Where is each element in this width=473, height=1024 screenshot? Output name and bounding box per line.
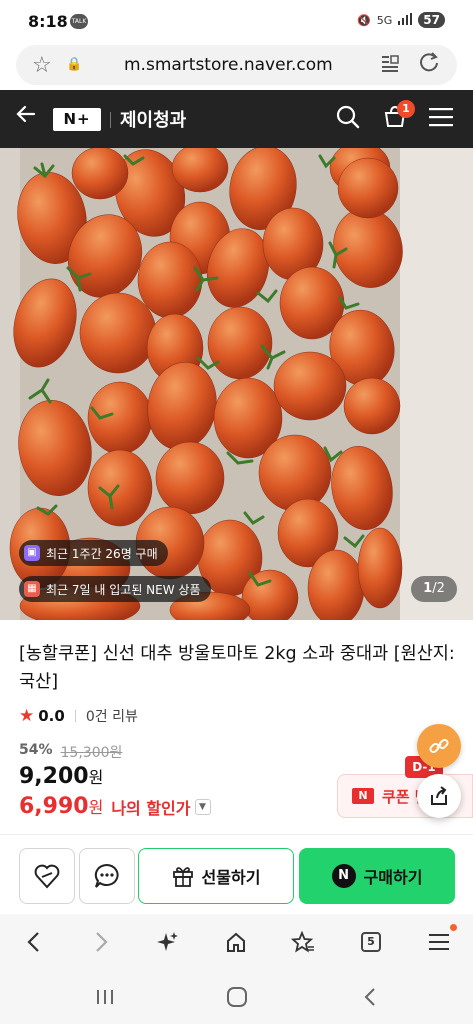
star-icon: ★ [19, 706, 35, 726]
store-header: N+ 제이청과 1 [0, 90, 473, 148]
header-divider [110, 112, 111, 128]
product-image[interactable]: ▣ 최근 1주간 26명 구매 ▦ 최근 7일 내 입고된 NEW 상품 1/2 [0, 148, 473, 620]
wishlist-button[interactable] [19, 848, 75, 904]
kakaotalk-notification-icon: TALK [70, 14, 88, 29]
search-icon[interactable] [335, 104, 361, 134]
heart-icon [34, 864, 60, 889]
browser-back-icon[interactable] [13, 926, 53, 958]
sale-price: 9,200원 [19, 764, 103, 789]
url-bar: ☆ 🔒 m.smartstore.naver.com [0, 44, 473, 90]
share-icon [431, 786, 447, 805]
mute-icon: 🔇 [357, 13, 371, 27]
home-icon[interactable] [216, 926, 256, 958]
discount-row: 54% 15,300원 [19, 742, 122, 762]
gift-box-icon: ▦ [24, 581, 40, 597]
status-icons: 🔇 5G 57 [357, 12, 445, 28]
recent-apps-icon[interactable] [90, 984, 120, 1010]
product-title: [농할쿠폰] 신선 대추 방울토마토 2kg 소과 중대과 [원산지: 국산] [19, 644, 455, 692]
system-navigation-bar [0, 970, 473, 1024]
sale-price-unit: 원 [88, 768, 104, 787]
gift-label: 선물하기 [201, 868, 261, 887]
ai-sparkle-icon[interactable] [148, 926, 188, 958]
gift-button[interactable]: 선물하기 [138, 848, 294, 904]
bookmark-star-icon[interactable]: ☆ [32, 53, 52, 78]
rating-value: 0.0 [38, 707, 65, 725]
my-price-label: 나의 할인가 [111, 798, 191, 818]
tabs-button[interactable]: 5 [351, 926, 391, 958]
recent-purchase-chip: ▣ 최근 1주간 26명 구매 [19, 540, 168, 566]
store-name[interactable]: 제이청과 [120, 106, 186, 132]
browser-forward-icon[interactable] [82, 926, 122, 958]
purchase-action-bar: 선물하기 N 구매하기 [0, 834, 473, 914]
naver-plus-logo[interactable]: N+ [53, 108, 101, 131]
link-icon [429, 738, 449, 754]
system-back-icon[interactable] [355, 984, 385, 1010]
back-arrow-icon[interactable] [14, 102, 38, 132]
sale-price-value: 9,200 [19, 764, 89, 789]
rating-divider [74, 710, 76, 722]
page-current: 1 [423, 581, 433, 596]
status-bar: 8:18 TALK 🔇 5G 57 [0, 0, 473, 44]
signal-icon [398, 12, 413, 28]
share-fab[interactable] [417, 774, 461, 818]
buy-label: 구매하기 [363, 868, 423, 887]
reload-icon[interactable] [418, 51, 440, 79]
review-count-link[interactable]: 0건 리뷰 [86, 706, 138, 726]
reader-mode-icon[interactable] [380, 53, 400, 78]
status-time: 8:18 [28, 12, 68, 31]
recent-purchase-text: 최근 1주간 26명 구매 [46, 546, 158, 561]
naver-pay-icon: N [331, 864, 356, 888]
buy-button[interactable]: N 구매하기 [299, 848, 455, 904]
my-discount-price-row[interactable]: 6,990원 나의 할인가 ▼ [19, 794, 211, 819]
page-total: /2 [432, 581, 445, 596]
chat-bubble-icon [94, 863, 119, 888]
network-type: 5G [376, 13, 393, 27]
new-stock-chip: ▦ 최근 7일 내 입고된 NEW 상품 [19, 576, 211, 602]
discount-rate: 54% [19, 742, 53, 758]
my-price-unit: 원 [88, 798, 104, 817]
address-field[interactable]: ☆ 🔒 m.smartstore.naver.com [16, 45, 457, 85]
menu-notification-dot [450, 924, 457, 931]
home-button-icon[interactable] [222, 984, 252, 1010]
shopping-bag-icon: ▣ [24, 545, 40, 561]
my-price-value: 6,990 [19, 794, 89, 819]
url-text[interactable]: m.smartstore.naver.com [124, 55, 333, 75]
bookmarks-icon[interactable] [283, 926, 323, 958]
new-stock-text: 최근 7일 내 입고된 NEW 상품 [46, 582, 201, 597]
hamburger-menu-icon[interactable] [429, 106, 453, 132]
battery-level: 57 [418, 12, 445, 28]
link-share-fab[interactable] [417, 724, 461, 768]
chevron-down-icon[interactable]: ▼ [194, 798, 211, 815]
rating-row[interactable]: ★ 0.0 0건 리뷰 [19, 706, 138, 726]
naver-coupon-icon: N [352, 788, 374, 804]
cart-count-badge: 1 [397, 100, 415, 118]
browser-toolbar: 5 [0, 914, 473, 970]
lock-icon[interactable]: 🔒 [66, 57, 82, 72]
gift-icon [172, 867, 193, 887]
original-price: 15,300원 [60, 745, 123, 761]
tab-count: 5 [361, 932, 381, 952]
image-page-indicator: 1/2 [411, 576, 457, 602]
my-price: 6,990원 [19, 794, 103, 819]
talk-talk-button[interactable] [79, 848, 135, 904]
